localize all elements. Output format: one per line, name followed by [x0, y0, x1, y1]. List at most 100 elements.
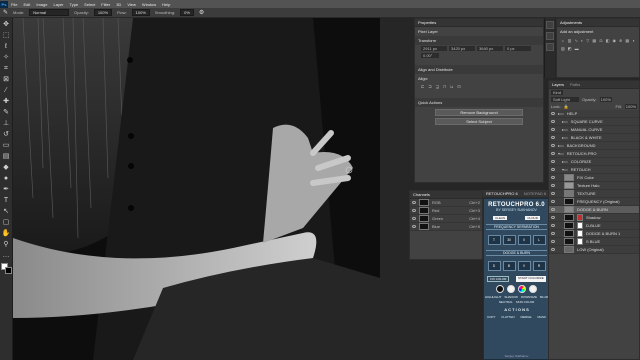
menu-help[interactable]: Help: [162, 2, 170, 7]
crop-tool-icon[interactable]: ⌗: [2, 64, 11, 73]
brush-settings-icon[interactable]: [546, 43, 554, 51]
start-colorize-button[interactable]: START COLORIZE: [516, 276, 546, 282]
layer-row[interactable]: ▸▭ MANUAL CURVE: [549, 126, 639, 134]
visibility-eye-icon[interactable]: [551, 112, 555, 115]
menu-window[interactable]: Window: [142, 2, 156, 7]
layer-row[interactable]: FREQUENCY (Original): [549, 198, 639, 206]
dodge-button[interactable]: D: [487, 261, 501, 271]
zoom-tool-icon[interactable]: ⚲: [2, 240, 11, 249]
align-bottom-icon[interactable]: ⊡: [457, 84, 460, 89]
layer-row[interactable]: ▸▭ BACKGROUND: [549, 142, 639, 150]
merge-button[interactable]: MERGE: [521, 315, 532, 319]
invert-icon[interactable]: ◑: [632, 38, 634, 43]
hue-saturation-icon[interactable]: ▦: [592, 38, 596, 43]
menu-3d[interactable]: 3D: [116, 2, 121, 7]
flatten-button[interactable]: FLATTEN: [501, 315, 514, 319]
vibrance-icon[interactable]: ▽: [586, 38, 589, 43]
stamp-tool-icon[interactable]: ⊥: [2, 119, 11, 128]
layer-row[interactable]: ▸▭ SQUARE CURVE: [549, 118, 639, 126]
color-circle[interactable]: [518, 285, 526, 293]
align-center-icon[interactable]: ⊐: [428, 84, 431, 89]
channel-mixer-icon[interactable]: ⊕: [619, 38, 622, 43]
downsize-button[interactable]: DOWNSIZE: [521, 295, 537, 299]
eraser-tool-icon[interactable]: ▭: [2, 141, 11, 150]
visibility-eye-icon[interactable]: [551, 128, 555, 131]
burn-button[interactable]: B: [502, 261, 516, 271]
color-balance-icon[interactable]: ⚖: [599, 38, 603, 43]
type-tool-icon[interactable]: T: [2, 196, 11, 205]
visibility-eye-icon[interactable]: [551, 192, 555, 195]
layer-mask-thumbnail[interactable]: [577, 214, 583, 221]
clean-button[interactable]: CLEAN: [493, 216, 508, 220]
settings-gear-icon[interactable]: ⚙: [199, 9, 204, 16]
select-subject-button[interactable]: Select Subject: [435, 118, 523, 125]
blur-tool-icon[interactable]: ◆: [2, 163, 11, 172]
levels-icon[interactable]: ▥: [568, 38, 572, 43]
fill-field[interactable]: 100%: [624, 104, 637, 109]
quick-select-tool-icon[interactable]: ✧: [2, 53, 11, 62]
visibility-eye-icon[interactable]: [551, 152, 555, 155]
layer-row[interactable]: ▸▭ HELP: [549, 110, 639, 118]
shadow-button[interactable]: SHADOW: [504, 295, 518, 299]
visibility-eye-icon[interactable]: [551, 168, 555, 171]
visibility-eye-icon[interactable]: [412, 225, 416, 228]
move-tool-icon[interactable]: ✥: [2, 20, 11, 29]
menu-image[interactable]: Image: [36, 2, 47, 7]
dodge-tool-icon[interactable]: ●: [2, 174, 11, 183]
hand-tool-icon[interactable]: ✋: [2, 229, 11, 238]
transform-y-field[interactable]: 0 px: [505, 46, 531, 51]
eyedropper-tool-icon[interactable]: ⁄: [2, 86, 11, 95]
more-tools-icon[interactable]: …: [2, 251, 11, 260]
visual-button[interactable]: V: [517, 261, 531, 271]
visibility-eye-icon[interactable]: [412, 217, 416, 220]
brush-tool-icon[interactable]: ✎: [3, 9, 8, 16]
filter-kind-select[interactable]: Kind: [551, 90, 564, 95]
layer-row[interactable]: FIX Color: [549, 174, 639, 182]
blend-mode-select[interactable]: Soft Light: [551, 97, 579, 102]
layer-row[interactable]: ▸▭ COLORIZE: [549, 158, 639, 166]
shape-tool-icon[interactable]: ▢: [2, 218, 11, 227]
threshold-icon[interactable]: ◩: [568, 46, 572, 51]
visibility-eye-icon[interactable]: [551, 144, 555, 147]
reset-button[interactable]: R: [532, 261, 546, 271]
tab-properties[interactable]: Properties: [418, 20, 436, 25]
layer-row[interactable]: LOW (Original): [549, 246, 639, 254]
tab-paths[interactable]: Paths: [570, 82, 580, 87]
low-button[interactable]: L: [532, 235, 546, 245]
visibility-eye-icon[interactable]: [551, 176, 555, 179]
actions-icon[interactable]: [546, 32, 554, 40]
align-middle-icon[interactable]: ⊔: [450, 84, 453, 89]
smoothing-field[interactable]: 0%: [180, 9, 194, 16]
cloud-button[interactable]: CLOUD: [525, 216, 540, 220]
visibility-eye-icon[interactable]: [551, 248, 555, 251]
texture-button[interactable]: T: [487, 235, 501, 245]
tab-adjustments[interactable]: Adjustments: [560, 20, 582, 25]
menu-view[interactable]: View: [127, 2, 136, 7]
visibility-eye-icon[interactable]: [412, 201, 416, 204]
document-canvas[interactable]: [13, 18, 380, 360]
gradient-map-icon[interactable]: ▬: [575, 46, 579, 51]
opacity-field[interactable]: 100%: [93, 9, 113, 16]
layer-row[interactable]: D-BLUE: [549, 222, 639, 230]
remove-background-button[interactable]: Remove Background: [435, 109, 523, 116]
visibility-eye-icon[interactable]: [551, 216, 555, 219]
menu-select[interactable]: Select: [84, 2, 95, 7]
black-white-icon[interactable]: ◧: [606, 38, 610, 43]
visibility-eye-icon[interactable]: [551, 184, 555, 187]
photo-filter-icon[interactable]: ◉: [612, 38, 616, 43]
radius-button[interactable]: 30: [502, 235, 516, 245]
frame-tool-icon[interactable]: ⊠: [2, 75, 11, 84]
layer-row[interactable]: Shadow: [549, 214, 639, 222]
curves-icon[interactable]: ∿: [574, 38, 577, 43]
visibility-eye-icon[interactable]: [551, 232, 555, 235]
off-button[interactable]: 0: [517, 235, 531, 245]
visibility-eye-icon[interactable]: [551, 240, 555, 243]
brightness-icon[interactable]: ☼: [561, 38, 565, 43]
neutral-button[interactable]: NEUTRAL: [499, 300, 513, 304]
menu-type[interactable]: Type: [70, 2, 79, 7]
transform-w-field[interactable]: 2911 px: [421, 46, 447, 51]
layer-row[interactable]: ▾▭ RETOUCH-PRO: [549, 150, 639, 158]
layer-row[interactable]: ▾▭ RETOUCH: [549, 166, 639, 174]
fix-color-button[interactable]: FIX COLOR: [487, 276, 510, 282]
color-swatches[interactable]: [0, 263, 12, 274]
